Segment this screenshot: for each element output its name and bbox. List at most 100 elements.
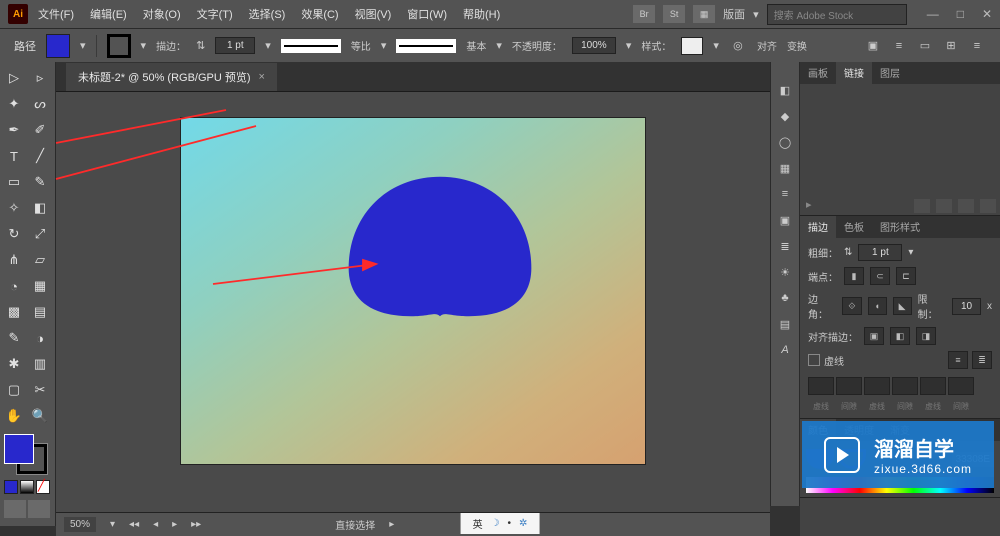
color-icon[interactable]: ◯ (775, 132, 795, 152)
eyedropper-tool[interactable]: ✎ (2, 326, 26, 350)
nav-next-single-icon[interactable]: ▸ (172, 519, 177, 530)
gear-icon[interactable]: ✲ (519, 518, 527, 529)
zoom-tool[interactable]: 🔍 (28, 404, 52, 428)
brushes-icon[interactable]: ≡ (775, 184, 795, 204)
fill-stroke-control[interactable] (4, 434, 51, 474)
update-link-icon[interactable] (958, 199, 974, 213)
perspective-tool[interactable]: ▦ (28, 274, 52, 298)
menu-object[interactable]: 对象(O) (137, 3, 187, 25)
symbols-icon[interactable]: ▣ (775, 210, 795, 230)
dash-cell[interactable] (920, 377, 946, 395)
goto-link-icon[interactable] (936, 199, 952, 213)
graph-tool[interactable]: ▥ (28, 352, 52, 376)
dash-cell[interactable] (864, 377, 890, 395)
tab-graphic-styles[interactable]: 图形样式 (872, 216, 928, 238)
document-tab[interactable]: 未标题-2* @ 50% (RGB/GPU 预览) × (66, 63, 277, 91)
chevron-down-icon[interactable]: ▾ (908, 247, 913, 258)
tab-layers[interactable]: 图层 (872, 62, 908, 84)
fill-color[interactable] (4, 434, 34, 464)
menu-help[interactable]: 帮助(H) (457, 3, 506, 25)
pen-tool[interactable]: ✒ (2, 118, 26, 142)
nav-prev-icon[interactable]: ◂◂ (129, 519, 139, 530)
shape-path[interactable] (341, 172, 539, 322)
line-tool[interactable]: ╱ (28, 144, 52, 168)
chevron-down-icon[interactable]: ▾ (713, 39, 719, 52)
chevron-down-icon[interactable]: ▾ (626, 39, 632, 52)
status-chevron-icon[interactable]: ▸ (389, 519, 394, 530)
menu-icon[interactable]: ≡ (968, 37, 986, 55)
opacity-input[interactable]: 100% (572, 37, 616, 54)
draw-normal-icon[interactable] (4, 500, 26, 518)
appearance-icon[interactable]: ☀ (775, 262, 795, 282)
color-mode-gradient[interactable] (20, 480, 34, 494)
stroke-swatch[interactable] (107, 34, 131, 58)
menu-type[interactable]: 文字(T) (191, 3, 239, 25)
tab-links[interactable]: 链接 (836, 62, 872, 84)
tab-swatches[interactable]: 色板 (836, 216, 872, 238)
selection-tool[interactable]: ▷ (2, 66, 26, 90)
cap-square-icon[interactable]: ⊏ (896, 267, 916, 285)
stepper-icon[interactable]: ⇅ (844, 247, 852, 258)
magic-wand-tool[interactable]: ✦ (2, 92, 26, 116)
tab-stroke[interactable]: 描边 (800, 216, 836, 238)
dash-align-icon[interactable]: ≣ (972, 351, 992, 369)
align-outside-icon[interactable]: ◨ (916, 327, 936, 345)
grid-icon[interactable]: ⊞ (942, 37, 960, 55)
direct-selection-tool[interactable]: ▹ (28, 66, 52, 90)
arrange-icon[interactable]: ▦ (693, 5, 715, 23)
search-input[interactable]: 搜索 Adobe Stock (767, 4, 907, 25)
gradient-tool[interactable]: ▤ (28, 300, 52, 324)
artboard[interactable] (181, 118, 645, 464)
mesh-tool[interactable]: ▩ (2, 300, 26, 324)
chevron-down-icon[interactable]: ▾ (265, 39, 271, 52)
free-transform-tool[interactable]: ▱ (28, 248, 52, 272)
dash-cell[interactable] (948, 377, 974, 395)
isolate-icon[interactable]: ▣ (864, 37, 882, 55)
type-tool[interactable]: T (2, 144, 26, 168)
menu-edit[interactable]: 编辑(E) (84, 3, 133, 25)
dash-cell[interactable] (836, 377, 862, 395)
slice-tool[interactable]: ✂ (28, 378, 52, 402)
shaper-tool[interactable]: ✧ (2, 196, 26, 220)
miter-limit-input[interactable]: 10 (952, 298, 981, 315)
cap-round-icon[interactable]: ⊂ (870, 267, 890, 285)
canvas[interactable] (56, 92, 770, 536)
libraries-icon[interactable]: ◆ (775, 106, 795, 126)
corner-miter-icon[interactable]: ⟐ (842, 297, 861, 315)
close-icon[interactable]: ✕ (982, 7, 992, 21)
shape-icon[interactable]: ▭ (916, 37, 934, 55)
properties-icon[interactable]: ◧ (775, 80, 795, 100)
swatches-icon[interactable]: ▦ (775, 158, 795, 178)
type-panel-icon[interactable]: A (775, 340, 795, 360)
dash-cell[interactable] (808, 377, 834, 395)
blend-tool[interactable]: ◑ (28, 326, 52, 350)
minimize-icon[interactable]: — (927, 7, 939, 21)
relink-icon[interactable] (914, 199, 930, 213)
draw-behind-icon[interactable] (28, 500, 50, 518)
nav-next-icon[interactable]: ▸▸ (191, 519, 201, 530)
curvature-tool[interactable]: ✐ (28, 118, 52, 142)
dashed-checkbox[interactable] (808, 354, 820, 366)
corner-round-icon[interactable]: ◖ (868, 297, 887, 315)
tab-artboards[interactable]: 画板 (800, 62, 836, 84)
stroke-width-input[interactable]: 1 pt (215, 37, 255, 54)
transform-link[interactable]: 变换 (787, 38, 807, 53)
edit-link-icon[interactable] (980, 199, 996, 213)
brush-preview[interactable] (396, 39, 456, 53)
stroke-panel-icon[interactable]: ≣ (775, 236, 795, 256)
style-swatch[interactable] (681, 37, 703, 55)
chevron-down-icon[interactable]: ▾ (141, 39, 147, 52)
align-icon[interactable]: ≡ (890, 37, 908, 55)
corner-bevel-icon[interactable]: ◣ (893, 297, 912, 315)
rectangle-tool[interactable]: ▭ (2, 170, 26, 194)
menu-effect[interactable]: 效果(C) (295, 3, 344, 25)
dash-preserve-icon[interactable]: ≡ (948, 351, 968, 369)
lasso-tool[interactable]: ᔕ (28, 92, 52, 116)
shape-builder-tool[interactable]: ◔ (2, 274, 26, 298)
menu-window[interactable]: 窗口(W) (401, 3, 453, 25)
color-mode-none[interactable]: ╱ (36, 480, 50, 494)
align-inside-icon[interactable]: ◧ (890, 327, 910, 345)
menu-select[interactable]: 选择(S) (243, 3, 292, 25)
symbol-sprayer-tool[interactable]: ✱ (2, 352, 26, 376)
align-link[interactable]: 对齐 (757, 38, 777, 53)
